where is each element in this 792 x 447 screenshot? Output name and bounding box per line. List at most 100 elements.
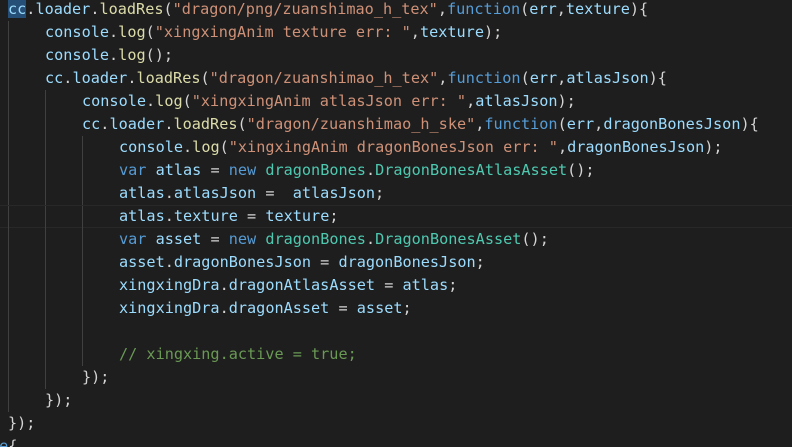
code-line[interactable]: }); [0,412,792,435]
code-text: xingxingDra.dragonAsset = asset; [119,297,412,320]
code-token: loader [35,0,91,18]
code-token: ( [520,0,530,18]
code-text: console.log("xingxingAnim dragonBonesJso… [119,136,723,159]
code-line[interactable]: console.log(); [0,44,792,67]
code-token: texture [173,207,238,225]
code-text: var atlas = new dragonBones.DragonBonesA… [119,159,595,182]
code-token: ; [375,184,385,202]
indent-guide [45,206,46,229]
indent-guide [8,90,9,113]
indent-guide [8,206,9,229]
code-token: "dragon/png/zuanshimao_h_tex" [172,0,438,18]
code-token: }); [45,391,73,409]
code-token: asset [155,230,202,248]
code-token: xingxingDra [119,276,220,294]
code-text: console.log("xingxingAnim texture err: "… [45,21,502,44]
code-line[interactable]: console.log("xingxingAnim dragonBonesJso… [0,136,792,159]
code-token: . [183,138,193,156]
code-token: function [446,0,521,18]
indent-guide [8,44,9,67]
code-token: console [119,138,184,156]
code-line[interactable]: atlas.texture = texture; [0,205,792,229]
code-line[interactable]: var asset = new dragonBones.DragonBonesA… [0,228,792,251]
indent-guide [8,251,9,274]
code-token: texture [419,23,484,41]
code-line[interactable]: console.log("xingxingAnim atlasJson err:… [0,90,792,113]
code-token: atlasJson [173,184,257,202]
code-token: , [410,23,420,41]
code-line[interactable]: xingxingDra.dragonAsset = asset; [0,297,792,320]
code-token: texture [565,0,630,18]
code-token: var [119,230,147,248]
code-text: atlas.texture = texture; [119,206,339,227]
code-token: . [164,184,174,202]
code-token: ; [329,207,339,225]
code-line[interactable]: }); [0,366,792,389]
code-text: cc.loader.loadRes("dragon/png/zuanshimao… [8,0,648,21]
code-token: ( [182,92,192,110]
code-line[interactable] [0,320,792,343]
code-token: }); [82,368,110,386]
code-token: . [365,230,376,248]
code-line[interactable]: cc.loader.loadRes("dragon/zuanshimao_h_t… [0,67,792,90]
code-editor[interactable]: cc.loader.loadRes("dragon/png/zuanshimao… [0,0,792,447]
code-token: atlasJson [475,92,558,110]
code-token: atlasJson [292,184,376,202]
code-token: (); [145,46,174,64]
code-text: se{ [0,435,17,447]
code-line[interactable]: atlas.atlasJson = atlasJson; [0,182,792,205]
code-token: ( [145,23,155,41]
code-token: , [594,115,604,133]
code-token: . [219,299,229,317]
code-token: "dragon/zuanshimao_h_tex" [209,69,439,87]
code-token: , [557,69,567,87]
code-token: function [484,115,558,133]
code-token: (); [521,230,549,248]
code-token: ( [520,69,530,87]
code-line[interactable]: console.log("xingxingAnim texture err: "… [0,21,792,44]
code-line[interactable]: // xingxing.active = true; [0,343,792,366]
code-token: log [155,92,183,110]
code-token: ( [200,69,210,87]
code-token: cc [82,115,101,133]
indent-guide [8,366,9,389]
code-token: loader [109,115,165,133]
code-token: , [556,0,566,18]
code-line[interactable]: asset.dragonBonesJson = dragonBonesJson; [0,251,792,274]
indent-guide [8,113,9,136]
indent-guide [8,21,9,44]
indent-guide [8,389,9,412]
code-line[interactable]: xingxingDra.dragonAtlasAsset = atlas; [0,274,792,297]
indent-guide [45,320,46,343]
code-token: dragonAtlasAsset [228,276,376,294]
indent-guide [8,297,9,320]
code-line[interactable]: var atlas = new dragonBones.DragonBonesA… [0,159,792,182]
code-token: cc [45,69,64,87]
code-line[interactable]: cc.loader.loadRes("dragon/png/zuanshimao… [0,0,792,21]
code-token: = [311,253,339,271]
code-token: . [146,92,156,110]
indent-guide [45,159,46,182]
code-token: "dragon/zuanshimao_h_ske" [246,115,476,133]
indent-guide [45,113,46,136]
code-text: var asset = new dragonBones.DragonBonesA… [119,228,549,251]
indent-guide [82,206,83,229]
code-token: ( [163,0,173,18]
code-token: }); [8,414,36,432]
code-token: ){ [648,69,667,87]
code-token: = [375,276,403,294]
code-token: log [192,138,220,156]
code-line[interactable]: cc.loader.loadRes("dragon/zuanshimao_h_s… [0,113,792,136]
code-line[interactable]: }); [0,389,792,412]
code-line[interactable]: se{ [0,435,792,447]
code-token: dragonBonesJson [567,138,705,156]
code-token: = [256,184,293,202]
code-token: ( [557,115,567,133]
code-token: "xingxingAnim texture err: " [154,23,411,41]
indent-guide [45,274,46,297]
code-token: xingxingDra [119,299,220,317]
code-token: atlas [119,207,165,225]
code-token: , [466,92,476,110]
indent-guide [8,320,9,343]
